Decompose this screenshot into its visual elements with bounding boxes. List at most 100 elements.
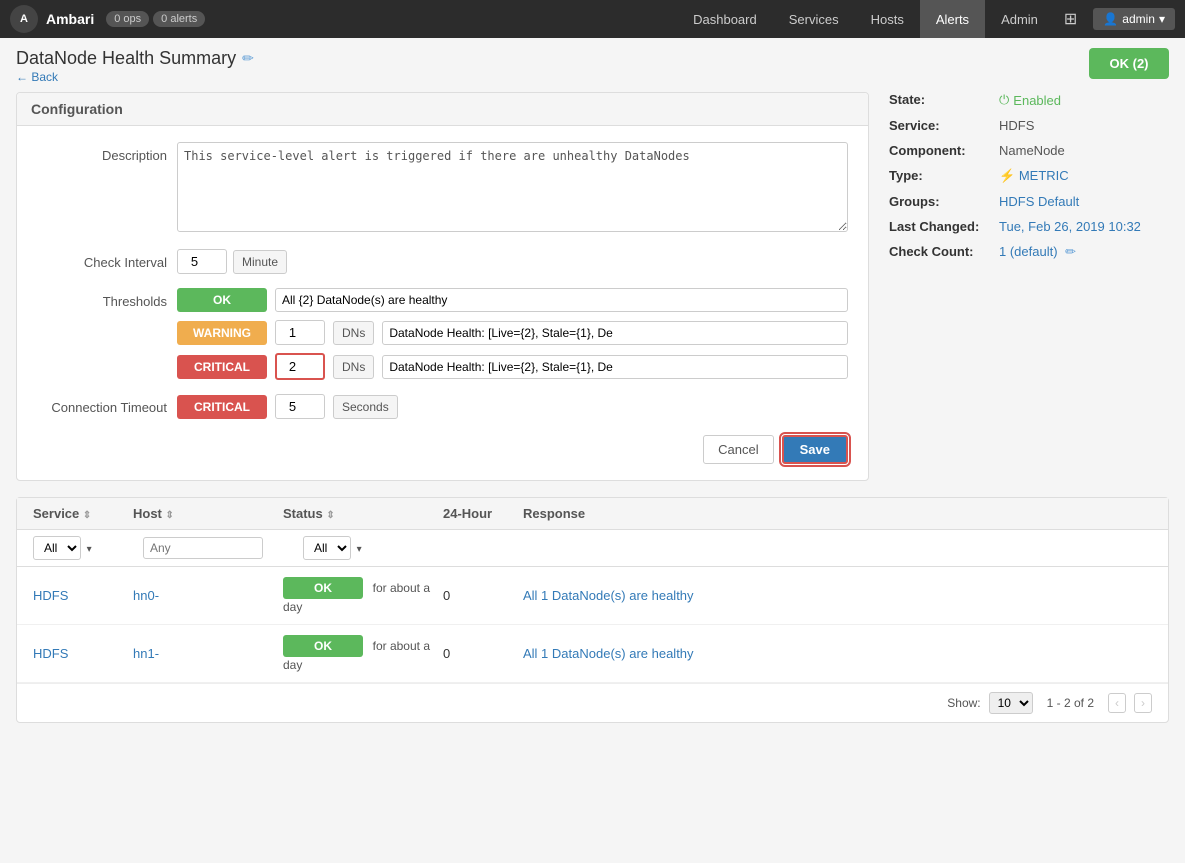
app-title: Ambari [46, 11, 94, 27]
row2-response: All 1 DataNode(s) are healthy [523, 646, 1152, 661]
ok-threshold-input[interactable] [275, 288, 848, 312]
row2-service-link[interactable]: HDFS [33, 646, 68, 661]
check-interval-control: Minute [177, 249, 848, 274]
state-label: State: [889, 92, 999, 108]
host-filter-input[interactable] [143, 537, 263, 559]
ok-threshold-btn[interactable]: OK [177, 288, 267, 312]
nav-dashboard[interactable]: Dashboard [677, 0, 773, 38]
state-text: Enabled [1013, 93, 1061, 108]
cancel-button[interactable]: Cancel [703, 435, 773, 464]
row1-count: 0 [443, 588, 523, 603]
thresholds-label: Thresholds [37, 288, 167, 309]
service-info-value: HDFS [999, 118, 1034, 133]
power-icon: ⏻ [999, 92, 1009, 108]
status-sort-icon[interactable]: ⇕ [326, 510, 334, 521]
critical-unit: DNs [333, 355, 374, 379]
check-count-edit-icon[interactable]: ✏ [1065, 244, 1076, 259]
row2-host: hn1- [133, 646, 283, 661]
critical-threshold-input[interactable] [275, 353, 325, 380]
logo-icon: A [10, 5, 38, 33]
row1-response-link[interactable]: All 1 DataNode(s) are healthy [523, 588, 694, 603]
connection-timeout-unit: Seconds [333, 395, 398, 419]
host-sort-icon[interactable]: ⇕ [166, 510, 174, 521]
row2-host-link[interactable]: hn1- [133, 646, 159, 661]
ok-button[interactable]: OK (2) [1089, 48, 1169, 79]
grid-icon[interactable]: ⊞ [1054, 0, 1087, 38]
nav-hosts[interactable]: Hosts [855, 0, 920, 38]
component-value: NameNode [999, 143, 1065, 158]
description-control: This service-level alert is triggered if… [177, 142, 848, 235]
row1-service: HDFS [33, 588, 133, 603]
nav-links: Dashboard Services Hosts Alerts Admin [677, 0, 1054, 38]
show-select[interactable]: 10 [989, 692, 1033, 714]
col-header-response: Response [523, 506, 1152, 521]
row1-response: All 1 DataNode(s) are healthy [523, 588, 1152, 603]
threshold-group: OK WARNING DNs [177, 288, 848, 380]
row1-service-link[interactable]: HDFS [33, 588, 68, 603]
user-label: admin [1122, 12, 1155, 26]
connection-timeout-btn[interactable]: CRITICAL [177, 395, 267, 419]
check-count-row: Check Count: 1 (default) ✏ [889, 244, 1169, 260]
connection-timeout-group: CRITICAL Seconds [177, 394, 848, 419]
row1-status: OK for about a day [283, 577, 443, 614]
save-button[interactable]: Save [782, 435, 848, 464]
description-textarea[interactable]: This service-level alert is triggered if… [177, 142, 848, 232]
back-link[interactable]: ← Back [16, 70, 58, 84]
pagination-prev[interactable]: ‹ [1108, 693, 1126, 713]
warning-threshold-input[interactable] [275, 320, 325, 345]
check-interval-unit: Minute [233, 250, 287, 274]
type-label: Type: [889, 168, 999, 184]
critical-threshold-text[interactable] [382, 355, 848, 379]
thresholds-control: OK WARNING DNs [177, 288, 848, 380]
warning-threshold-row: WARNING DNs [177, 320, 848, 345]
service-sort-icon[interactable]: ⇕ [83, 510, 91, 521]
warning-unit: DNs [333, 321, 374, 345]
config-panel: Configuration Description This service-l… [16, 92, 869, 481]
edit-icon[interactable]: ✏ [242, 50, 254, 67]
check-interval-input[interactable] [177, 249, 227, 274]
service-info-label: Service: [889, 118, 999, 133]
col-service-label: Service [33, 506, 79, 521]
thresholds-row: Thresholds OK WARNING [37, 288, 848, 380]
user-dropdown-icon: ▾ [1159, 12, 1165, 26]
check-count-label: Check Count: [889, 244, 999, 260]
connection-timeout-control: CRITICAL Seconds [177, 394, 848, 419]
warning-threshold-btn[interactable]: WARNING [177, 321, 267, 345]
row2-count: 0 [443, 646, 523, 661]
config-panel-header: Configuration [17, 93, 868, 126]
bottom-table: Service ⇕ Host ⇕ Status ⇕ 24-Hour Respon… [16, 497, 1169, 723]
connection-timeout-input[interactable] [275, 394, 325, 419]
col-header-24hour: 24-Hour [443, 506, 523, 521]
host-filter-cell [143, 537, 293, 559]
check-count-value: 1 (default) ✏ [999, 244, 1076, 260]
app-logo[interactable]: A Ambari [10, 5, 94, 33]
check-interval-row: Check Interval Minute [37, 249, 848, 274]
last-changed-label: Last Changed: [889, 219, 999, 234]
user-menu[interactable]: 👤 admin ▾ [1093, 8, 1175, 30]
row1-host-link[interactable]: hn0- [133, 588, 159, 603]
ops-badge[interactable]: 0 ops [106, 11, 149, 27]
groups-row: Groups: HDFS Default [889, 194, 1169, 209]
nav-services[interactable]: Services [773, 0, 855, 38]
critical-threshold-btn[interactable]: CRITICAL [177, 355, 267, 379]
service-filter-select[interactable]: All [33, 536, 81, 560]
col-header-host: Host ⇕ [133, 506, 283, 521]
service-filter-cell: All ▾ [33, 536, 133, 560]
connection-timeout-label: Connection Timeout [37, 394, 167, 415]
nav-admin[interactable]: Admin [985, 0, 1054, 38]
nav-alerts[interactable]: Alerts [920, 0, 985, 38]
table-filter-row: All ▾ All ▾ [17, 530, 1168, 567]
row2-response-link[interactable]: All 1 DataNode(s) are healthy [523, 646, 694, 661]
action-buttons: Cancel Save [37, 435, 848, 464]
description-label: Description [37, 142, 167, 163]
page-content: DataNode Health Summary ✏ ← Back OK (2) … [0, 38, 1185, 863]
status-filter-select[interactable]: All [303, 536, 351, 560]
main-content: Configuration Description This service-l… [16, 92, 1169, 481]
groups-label: Groups: [889, 194, 999, 209]
critical-threshold-row: CRITICAL DNs [177, 353, 848, 380]
warning-threshold-text[interactable] [382, 321, 848, 345]
alerts-badge[interactable]: 0 alerts [153, 11, 205, 27]
pagination-next[interactable]: › [1134, 693, 1152, 713]
component-row: Component: NameNode [889, 143, 1169, 158]
type-row: Type: ⚡ METRIC [889, 168, 1169, 184]
